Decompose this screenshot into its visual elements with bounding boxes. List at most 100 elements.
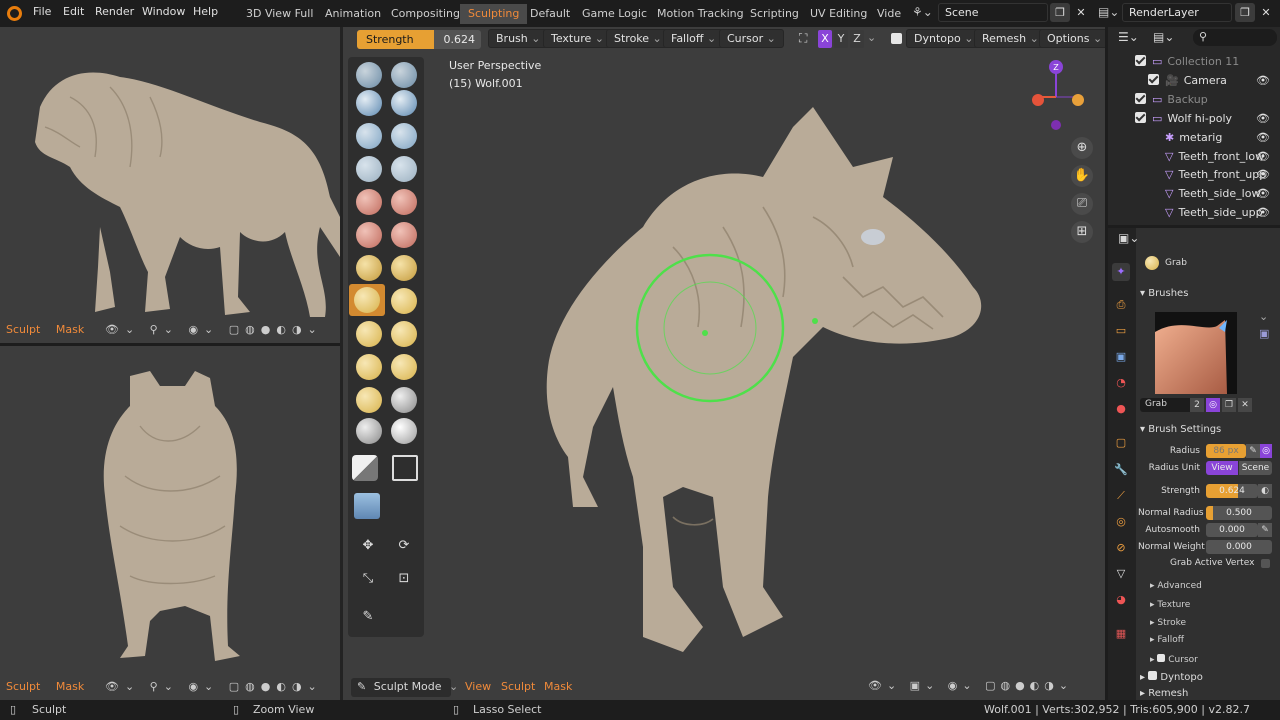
visibility-eye-icon[interactable]: 👁 — [1256, 112, 1270, 130]
fake-user-icon[interactable]: ◎ — [1206, 398, 1220, 412]
smooth-brush-icon[interactable] — [356, 189, 382, 215]
brush-dropdown[interactable]: Brush — [488, 29, 549, 48]
normal-weight-field[interactable]: 0.000 — [1206, 540, 1272, 554]
cursor-dropdown[interactable]: Cursor — [719, 29, 784, 48]
main-viewport[interactable]: Strength 0.624 Brush Texture Stroke Fall… — [343, 27, 1105, 700]
ortho-toggle-icon[interactable]: ⊞ — [1071, 221, 1093, 243]
modifier-tab-icon[interactable]: 🔧 — [1112, 461, 1130, 479]
viewport-shading-icons[interactable]: 👁⌄ ⚲⌄ ◉⌄ ▢◍●◐◑⌄ — [105, 680, 323, 693]
radius-unit-scene[interactable]: Scene — [1239, 461, 1272, 475]
close-icon[interactable]: ✕ — [1071, 3, 1091, 22]
world-tab-icon[interactable]: ● — [1112, 400, 1130, 418]
box-hide-icon[interactable] — [392, 455, 418, 481]
dyntopo-checkbox[interactable] — [891, 33, 902, 44]
draw-sharp-brush-icon[interactable] — [391, 62, 417, 88]
outliner-row[interactable]: ▭ Collection 11 — [1135, 55, 1239, 73]
visibility-eye-icon[interactable]: 👁 — [1256, 74, 1270, 92]
front-mask-menu[interactable]: Mask — [56, 680, 84, 693]
thumb-brush-icon[interactable] — [391, 288, 417, 314]
radius-field[interactable]: 86 px — [1206, 444, 1246, 458]
data-tab-icon[interactable]: ▽ — [1112, 565, 1130, 583]
draw-brush-icon[interactable] — [356, 62, 382, 88]
scene-tab-icon[interactable]: ◔ — [1112, 374, 1130, 392]
tab-video[interactable]: Video — [869, 4, 901, 24]
symmetry-y-toggle[interactable]: Y — [834, 30, 848, 48]
nudge-brush-icon[interactable] — [356, 321, 382, 347]
outliner-row[interactable]: ▽ Teeth_front_low — [1148, 150, 1264, 168]
editor-type-icon[interactable]: ☰⌄ — [1118, 30, 1139, 44]
tab-3d-view-full[interactable]: 3D View Full — [238, 4, 321, 24]
outliner-row[interactable]: ▽ Teeth_front_upp — [1148, 168, 1266, 186]
visibility-eye-icon[interactable]: 👁 — [1256, 168, 1270, 186]
menu-file[interactable]: File — [33, 5, 51, 18]
radius-unit-view[interactable]: View — [1206, 461, 1238, 475]
brush-name-field[interactable]: Grab — [1140, 398, 1190, 412]
pinch-brush-icon[interactable] — [356, 255, 382, 281]
visibility-eye-icon[interactable]: 👁 — [1256, 131, 1270, 149]
blob-brush-icon[interactable] — [356, 156, 382, 182]
mask-menu[interactable]: Mask — [544, 680, 572, 693]
front-sculpt-menu[interactable]: Sculpt — [6, 680, 40, 693]
stroke-panel-header[interactable]: ▸ Stroke — [1150, 618, 1186, 628]
exclude-checkbox[interactable] — [1135, 55, 1146, 66]
brush-options-icon[interactable]: ▣ — [1259, 327, 1269, 340]
brush-preview[interactable] — [1155, 312, 1237, 394]
tab-sculpting[interactable]: Sculpting — [460, 4, 528, 24]
exclude-checkbox[interactable] — [1135, 112, 1146, 123]
slide-relax-brush-icon[interactable] — [356, 387, 382, 413]
chevron-down-icon[interactable]: ⌄ — [1259, 310, 1268, 323]
tab-animation[interactable]: Animation — [317, 4, 389, 24]
duplicate-brush-icon[interactable]: ❐ — [1222, 398, 1236, 412]
object-tab-icon[interactable]: ▢ — [1112, 434, 1130, 452]
brush-settings-header[interactable]: ▾ Brush Settings — [1140, 424, 1221, 435]
exclude-checkbox[interactable] — [1135, 93, 1146, 104]
grab-brush-icon[interactable] — [354, 287, 380, 313]
mesh-filter-icon[interactable] — [354, 493, 380, 519]
tab-scripting[interactable]: Scripting — [742, 4, 807, 24]
symmetry-icon[interactable]: ⛶ — [799, 31, 807, 46]
view-menu[interactable]: View — [465, 680, 491, 693]
dyntopo-panel-header[interactable]: ▸ Dyntopo — [1140, 671, 1203, 683]
brush-users-count[interactable]: 2 — [1190, 398, 1204, 412]
material-tab-icon[interactable]: ◕ — [1112, 591, 1130, 609]
outliner-row[interactable]: ▽ Teeth_side_low — [1148, 187, 1260, 205]
cursor-checkbox[interactable] — [1157, 654, 1166, 662]
remesh-panel-header[interactable]: ▸ Remesh — [1140, 688, 1188, 699]
grab-active-vertex-checkbox[interactable] — [1261, 559, 1270, 568]
side-mask-menu[interactable]: Mask — [56, 323, 84, 336]
outliner-row[interactable]: ✱ metarig — [1148, 131, 1222, 149]
elastic-deform-brush-icon[interactable] — [356, 354, 382, 380]
constraints-tab-icon[interactable]: ⊘ — [1112, 539, 1130, 557]
normal-radius-field[interactable]: 0.500 — [1206, 506, 1272, 520]
new-view-layer-icon[interactable]: ❐ — [1235, 3, 1255, 22]
blender-logo-icon[interactable] — [7, 6, 22, 21]
cloth-brush-icon[interactable] — [391, 387, 417, 413]
transform-tool-icon[interactable]: ⊡ — [393, 568, 415, 590]
scale-tool-icon[interactable]: ⤡ — [357, 568, 379, 590]
texture-dropdown[interactable]: Texture — [543, 29, 612, 48]
clay-strips-brush-icon[interactable] — [391, 90, 417, 116]
advanced-panel-header[interactable]: ▸ Advanced — [1150, 581, 1202, 591]
render-tab-icon[interactable]: ⎙ — [1112, 296, 1130, 314]
crease-brush-icon[interactable] — [391, 156, 417, 182]
viewport-shading-icons[interactable]: 👁⌄ ▣⌄ ◉⌄ ▢◍●◐◑⌄ — [868, 679, 1073, 692]
cursor-panel-header[interactable]: ▸ Cursor — [1150, 654, 1198, 665]
brushes-panel-header[interactable]: ▾ Brushes — [1140, 288, 1188, 299]
tab-motion-tracking[interactable]: Motion Tracking — [649, 4, 752, 24]
tab-uv-editing[interactable]: UV Editing — [802, 4, 875, 24]
outliner-row[interactable]: 🎥 Camera — [1148, 74, 1227, 92]
rotate-brush-icon[interactable] — [391, 321, 417, 347]
rotate-tool-icon[interactable]: ⟳ — [393, 535, 415, 557]
flatten-brush-icon[interactable] — [391, 189, 417, 215]
menu-edit[interactable]: Edit — [63, 5, 84, 18]
outliner-row[interactable]: ▭ Wolf hi-poly — [1135, 112, 1232, 130]
pressure-icon[interactable]: ✎ — [1246, 444, 1260, 458]
symmetry-x-toggle[interactable]: X — [818, 30, 832, 48]
tool-tab-icon[interactable]: ✦ — [1112, 263, 1130, 281]
editor-type-icon[interactable]: ▣⌄ — [1118, 231, 1139, 245]
scene-icon[interactable]: ⚘⌄ — [912, 5, 933, 19]
tab-compositing[interactable]: Compositing — [383, 4, 468, 24]
box-mask-icon[interactable] — [352, 455, 378, 481]
falloff-dropdown[interactable]: Falloff — [663, 29, 725, 48]
mode-dropdown[interactable]: ✎ Sculpt Mode ⌄ — [351, 678, 458, 697]
